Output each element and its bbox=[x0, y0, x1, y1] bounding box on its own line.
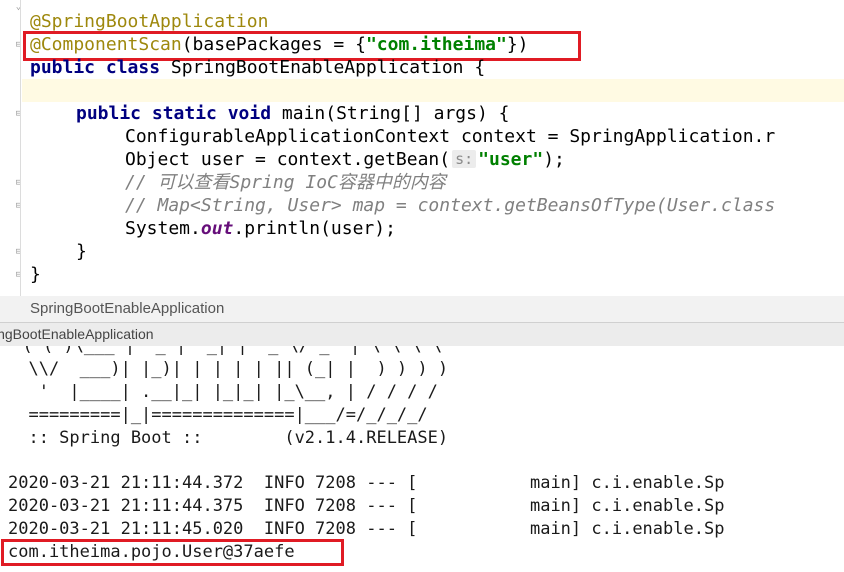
breadcrumb-item[interactable]: SpringBootEnableApplication bbox=[30, 296, 224, 322]
parameter-hint: s: bbox=[452, 150, 477, 168]
current-line-highlight bbox=[22, 79, 844, 102]
log-line: 2020-03-21 21:11:44.375 INFO 7208 --- [ … bbox=[8, 496, 725, 516]
class-declaration: SpringBootEnableApplication { bbox=[170, 57, 486, 78]
code-line-println: System.out.println(user); bbox=[125, 217, 396, 240]
console-output[interactable]: ( ( )\___ | '_ | '_| | '_ \/ _` | \ \ \ … bbox=[0, 346, 844, 572]
code-text: } bbox=[76, 241, 87, 262]
code-text: .println(user); bbox=[233, 218, 396, 239]
fold-end-icon[interactable]: ⊟ bbox=[13, 270, 24, 281]
code-line-class: public class SpringBootEnableApplication… bbox=[30, 56, 485, 79]
code-line-comment: // Map<String, User> map = context.getBe… bbox=[125, 194, 775, 217]
main-signature: main(String[] args) { bbox=[281, 103, 510, 124]
fold-comment-icon[interactable]: ⊟ bbox=[13, 201, 24, 212]
code-text: System. bbox=[125, 218, 201, 239]
fold-comment-icon[interactable]: ⊟ bbox=[13, 178, 24, 189]
comment-text: // Map<String, User> map = context.getBe… bbox=[125, 195, 776, 216]
breadcrumb[interactable]: SpringBootEnableApplication bbox=[0, 296, 844, 322]
code-line-context: ConfigurableApplicationContext context =… bbox=[125, 125, 775, 148]
code-line-comment: // 可以查看Spring IoC容器中的内容 bbox=[125, 171, 446, 194]
code-text: ConfigurableApplicationContext context =… bbox=[125, 126, 776, 147]
banner-line: ' |____| .__|_| |_|_| |_\__, | / / / / bbox=[8, 382, 438, 402]
log-line: 2020-03-21 21:11:44.372 INFO 7208 --- [ … bbox=[8, 473, 725, 493]
springbootapplication-annotation: @SpringBootApplication bbox=[30, 11, 269, 32]
banner-partial-line: ( ( )\___ | '_ | '_| | '_ \/ _` | \ \ \ … bbox=[2, 346, 443, 356]
output-highlight-box bbox=[1, 539, 344, 566]
fold-end-icon[interactable]: ⌄ bbox=[13, 2, 24, 13]
code-line-annotation: @SpringBootApplication bbox=[30, 10, 268, 33]
editor-gutter: ⌄ ⊟ ⊟ ⊟ ⊟ ⊟ ⊟ bbox=[0, 0, 22, 296]
run-tab[interactable]: ingBootEnableApplication bbox=[0, 322, 844, 347]
keyword: public static void bbox=[76, 103, 282, 124]
code-line-brace: } bbox=[76, 240, 87, 263]
gutter-divider bbox=[20, 0, 21, 296]
banner-line: \\/ ___)| |_)| | | | | || (_| | ) ) ) ) bbox=[8, 359, 449, 379]
static-field: out bbox=[200, 218, 234, 239]
code-text: ); bbox=[543, 149, 565, 170]
code-text: Object user = context.getBean( bbox=[125, 149, 451, 170]
code-text: } bbox=[30, 264, 41, 285]
fold-marker-icon[interactable]: ⊟ bbox=[13, 109, 24, 120]
code-editor[interactable]: ⌄ ⊟ ⊟ ⊟ ⊟ ⊟ ⊟ @SpringBootApplication @Co… bbox=[0, 0, 844, 296]
run-tab-label[interactable]: ingBootEnableApplication bbox=[0, 323, 154, 346]
log-line: 2020-03-21 21:11:45.020 INFO 7208 --- [ … bbox=[8, 519, 725, 539]
banner-line: =========|_|==============|___/=/_/_/_/ bbox=[8, 405, 428, 425]
code-line-brace: } bbox=[30, 263, 41, 286]
code-line-getbean: Object user = context.getBean(s: "user"); bbox=[125, 148, 565, 171]
comment-text: // 可以查看Spring IoC容器中的内容 bbox=[125, 172, 446, 193]
fold-end-icon[interactable]: ⊟ bbox=[13, 247, 24, 258]
bean-name-string: "user" bbox=[478, 149, 544, 170]
keyword: public class bbox=[30, 57, 171, 78]
code-line-main: public static void main(String[] args) { bbox=[76, 102, 509, 125]
banner-line: :: Spring Boot :: (v2.1.4.RELEASE) bbox=[8, 428, 449, 448]
